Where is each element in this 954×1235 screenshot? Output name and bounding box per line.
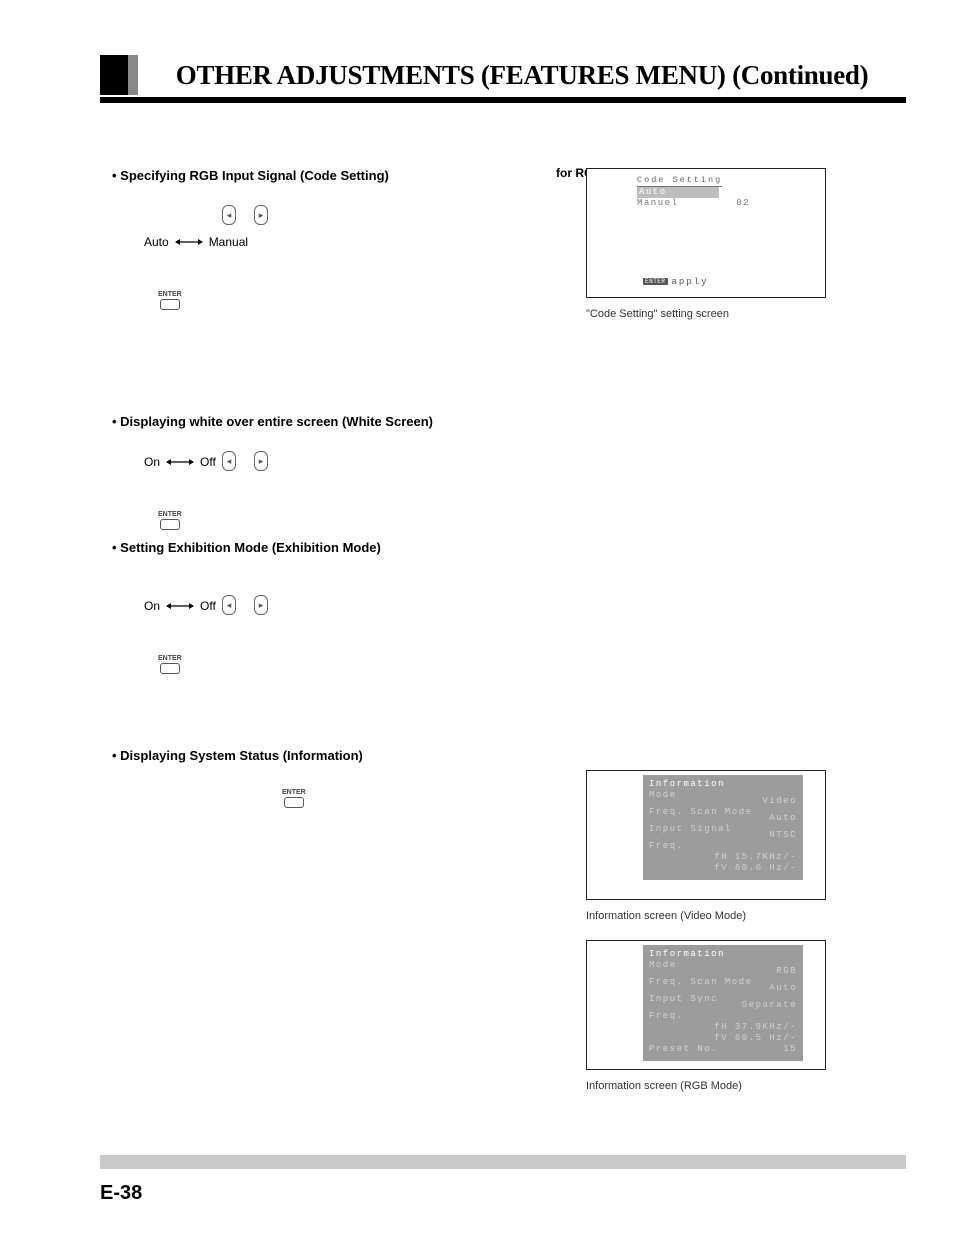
osd-row-auto: Auto: [637, 187, 719, 198]
page-title: OTHER ADJUSTMENTS (FEATURES MENU) (Conti…: [138, 55, 906, 95]
information-video-caption: Information screen (Video Mode): [586, 910, 906, 922]
osd-line: fV 60.0 Hz/-: [649, 863, 797, 874]
section-information: Displaying System Status (Information) E…: [112, 748, 580, 808]
footer-bar: [100, 1155, 906, 1169]
title-accent-dark: [100, 55, 128, 95]
enter-button-graphic: ENTER: [158, 283, 580, 310]
enter-button-graphic: ENTER: [158, 503, 580, 530]
option-off: Off: [200, 455, 216, 469]
document-page: OTHER ADJUSTMENTS (FEATURES MENU) (Conti…: [0, 0, 954, 1235]
toggle-on-off: On Off: [144, 599, 580, 613]
page-title-bar: OTHER ADJUSTMENTS (FEATURES MENU) (Conti…: [100, 55, 906, 95]
heading-exhibition-mode: Setting Exhibition Mode (Exhibition Mode…: [112, 540, 580, 555]
option-auto: Auto: [144, 235, 169, 249]
right-column: Code Setting Auto Manuel 02 ENTER apply "C…: [586, 168, 906, 1092]
osd-line: 15: [783, 1044, 797, 1055]
toggle-on-off: On Off: [144, 455, 580, 469]
heading-information: Displaying System Status (Information): [112, 748, 580, 763]
osd-apply-badge: ENTER: [643, 278, 668, 285]
code-setting-screen: Code Setting Auto Manuel 02 ENTER apply: [586, 168, 826, 298]
right-arrow-icon: ▸: [254, 451, 268, 471]
information-screen-rgb: Information Mode RGB Freq. Scan Mode Aut…: [586, 940, 826, 1070]
heading-code-setting: Specifying RGB Input Signal (Code Settin…: [112, 168, 580, 183]
osd-title: Code Setting: [637, 175, 722, 187]
osd-apply-label: apply: [672, 277, 709, 287]
title-underline: [100, 97, 906, 103]
information-rgb-caption: Information screen (RGB Mode): [586, 1080, 906, 1092]
enter-label: ENTER: [158, 291, 182, 298]
option-on: On: [144, 455, 160, 469]
osd-line: Input Signal: [649, 824, 732, 834]
osd-line: fH 15.7KHz/-: [649, 852, 797, 863]
option-manual: Manual: [209, 235, 248, 249]
osd-line: Freq. Scan Mode: [649, 977, 753, 987]
double-arrow-icon: [175, 237, 203, 247]
left-arrow-icon: ◂: [222, 205, 236, 225]
enter-label: ENTER: [282, 789, 306, 796]
section-white-screen: Displaying white over entire screen (Whi…: [112, 414, 580, 530]
title-accent-mid: [128, 55, 138, 95]
osd-line: Mode: [649, 790, 677, 800]
osd-line: Mode: [649, 960, 677, 970]
heading-white-screen: Displaying white over entire screen (Whi…: [112, 414, 580, 429]
osd-line: Freq.: [649, 841, 684, 851]
double-arrow-icon: [166, 601, 194, 611]
osd-row-manual-value: 02: [736, 198, 750, 208]
enter-keycap-icon: [160, 299, 180, 310]
right-arrow-icon: ▸: [254, 595, 268, 615]
osd-apply-row: ENTER apply: [643, 277, 709, 287]
osd-line: Input Sync: [649, 994, 718, 1004]
enter-label: ENTER: [158, 655, 182, 662]
osd-line: Freq. Scan Mode: [649, 807, 753, 817]
enter-keycap-icon: [284, 797, 304, 808]
code-setting-caption: "Code Setting" setting screen: [586, 308, 906, 320]
enter-button-graphic: ENTER: [158, 647, 580, 674]
osd-info-title: Information: [649, 779, 725, 789]
enter-button-graphic: ENTER: [282, 781, 580, 808]
osd-line: fV 60.5 Hz/-: [649, 1033, 797, 1044]
left-arrow-icon: ◂: [222, 451, 236, 471]
section-code-setting: Specifying RGB Input Signal (Code Settin…: [112, 168, 580, 310]
right-arrow-icon: ▸: [254, 205, 268, 225]
left-column: Specifying RGB Input Signal (Code Settin…: [100, 168, 580, 1092]
enter-keycap-icon: [160, 519, 180, 530]
osd-info-title: Information: [649, 949, 725, 959]
double-arrow-icon: [166, 457, 194, 467]
page-number: E-38: [100, 1182, 142, 1205]
osd-line: Preset No.: [649, 1044, 718, 1054]
left-arrow-icon: ◂: [222, 595, 236, 615]
option-off: Off: [200, 599, 216, 613]
enter-label: ENTER: [158, 511, 182, 518]
information-screen-video: Information Mode Video Freq. Scan Mode A…: [586, 770, 826, 900]
enter-keycap-icon: [160, 663, 180, 674]
section-exhibition-mode: Setting Exhibition Mode (Exhibition Mode…: [112, 540, 580, 674]
arrow-buttons-row: ◂ ▸: [222, 205, 580, 225]
osd-line: Freq.: [649, 1011, 684, 1021]
toggle-auto-manual: Auto Manual: [144, 235, 580, 249]
option-on: On: [144, 599, 160, 613]
osd-row-manual-label: Manuel: [637, 198, 678, 208]
osd-line: fH 37.9KHz/-: [649, 1022, 797, 1033]
